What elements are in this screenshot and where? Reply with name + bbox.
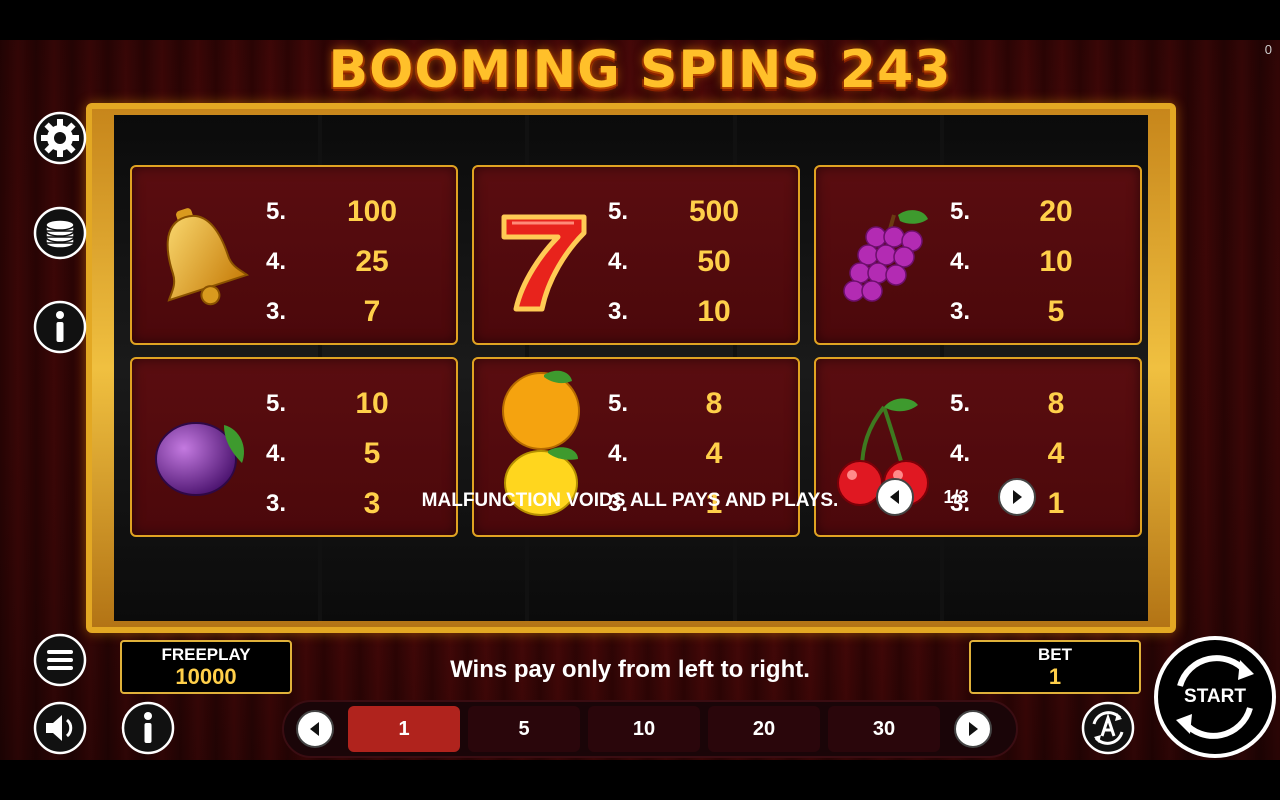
- pager-next-button[interactable]: [998, 478, 1036, 516]
- pay-row: 5. 20: [950, 187, 1130, 237]
- pay-value: 5: [363, 437, 381, 470]
- pay-count: 4.: [608, 248, 629, 275]
- pay-count: 5.: [266, 198, 287, 225]
- balance-display: FREEPLAY 10000: [120, 640, 292, 694]
- pay-value: 100: [346, 195, 398, 228]
- arrow-left-icon: [310, 722, 319, 736]
- arrow-right-icon: [969, 722, 978, 736]
- pay-value: 500: [688, 195, 740, 228]
- paytable-card-bell: 5. 100 4. 25 3. 7: [130, 165, 458, 345]
- pay-row: 5. 8: [608, 379, 788, 429]
- pay-row: 5. 100: [266, 187, 446, 237]
- pay-row: 4. 5: [266, 429, 446, 479]
- arrow-left-icon: [890, 490, 899, 504]
- plum-icon: [155, 422, 244, 496]
- speaker-icon: [33, 701, 87, 755]
- pay-row: 5. 500: [608, 187, 788, 237]
- pay-value: 8: [705, 387, 723, 420]
- pay-row: 3. 7: [266, 287, 446, 337]
- paytable-card-grapes: 5. 20 4. 10 3. 5: [814, 165, 1142, 345]
- pay-row: 5. 10: [266, 379, 446, 429]
- coins-button[interactable]: [32, 205, 88, 261]
- bet-decrease-button[interactable]: [296, 710, 334, 748]
- pay-value: 7: [363, 295, 381, 328]
- disclaimer-text: MALFUNCTION VOIDS ALL PAYS AND PLAYS.: [421, 490, 839, 511]
- paytable-pager: 1/3: [876, 478, 1036, 516]
- game-title: BOOMING SPINS 243: [328, 40, 952, 100]
- bet-option[interactable]: 20: [708, 706, 820, 752]
- info-icon: [121, 701, 175, 755]
- arrow-right-icon: [1013, 490, 1022, 504]
- bet-option[interactable]: 30: [828, 706, 940, 752]
- bet-option[interactable]: 5: [468, 706, 580, 752]
- gear-icon: [33, 111, 87, 165]
- autoplay-button[interactable]: [1080, 700, 1136, 756]
- pay-value: 8: [1047, 387, 1065, 420]
- balance-value: 10000: [175, 663, 237, 689]
- info-icon: [33, 300, 87, 354]
- pay-count: 4.: [266, 248, 287, 275]
- pay-row: 3. 10: [608, 287, 788, 337]
- pay-count: 4.: [950, 248, 971, 275]
- pay-value: 25: [355, 245, 389, 278]
- pay-rows: 5. 500 4. 50 3. 10: [608, 187, 788, 337]
- pay-row: 4. 25: [266, 237, 446, 287]
- pay-rows: 5. 20 4. 10 3. 5: [950, 187, 1130, 337]
- game-info-button[interactable]: [120, 700, 176, 756]
- pay-count: 5.: [608, 390, 629, 417]
- win-message: Wins pay only from left to right.: [450, 656, 810, 683]
- pay-count: 5.: [608, 198, 629, 225]
- pay-value: 10: [1039, 245, 1073, 278]
- pay-row: 4. 50: [608, 237, 788, 287]
- pay-row: 4. 10: [950, 237, 1130, 287]
- seven-icon: [501, 214, 587, 312]
- pay-value: 5: [1047, 295, 1065, 328]
- pay-row: 5. 8: [950, 379, 1130, 429]
- pay-row: 4. 4: [608, 429, 788, 479]
- bet-options: 1 5 10 20 30: [348, 706, 940, 752]
- pay-value: 10: [355, 387, 389, 420]
- pay-value: 10: [697, 295, 731, 328]
- pager-prev-button[interactable]: [876, 478, 914, 516]
- pay-count: 3.: [608, 298, 629, 325]
- pay-count: 3.: [950, 298, 971, 325]
- bet-option[interactable]: 10: [588, 706, 700, 752]
- paytable-card-seven: 5. 500 4. 50 3. 10: [472, 165, 800, 345]
- bet-display: BET 1: [969, 640, 1141, 694]
- bet-value: 1: [1048, 663, 1062, 689]
- pay-count: 5.: [950, 198, 971, 225]
- info-button[interactable]: [32, 299, 88, 355]
- bet-option[interactable]: 1: [348, 706, 460, 752]
- start-label: START: [1184, 686, 1246, 707]
- bet-label: BET: [1038, 644, 1072, 664]
- pay-row: 4. 4: [950, 429, 1130, 479]
- bet-selector: 1 5 10 20 30: [282, 700, 1018, 758]
- autoplay-icon: [1081, 701, 1135, 755]
- pay-value: 4: [705, 437, 723, 470]
- pay-count: 4.: [950, 440, 971, 467]
- coin-stack-icon: [33, 206, 87, 260]
- pay-value: 4: [1047, 437, 1065, 470]
- reel-frame: 5. 100 4. 25 3. 7 5. 500 4. 50 3. 10 5. …: [86, 103, 1176, 633]
- pay-count: 4.: [608, 440, 629, 467]
- grapes-icon: [843, 210, 928, 302]
- bell-icon: [166, 208, 250, 306]
- corner-counter: 0: [1264, 42, 1272, 57]
- pay-row: 3. 5: [950, 287, 1130, 337]
- pager-indicator: 1/3: [943, 486, 969, 507]
- pay-rows: 5. 100 4. 25 3. 7: [266, 187, 446, 337]
- pay-value: 20: [1039, 195, 1073, 228]
- sound-button[interactable]: [32, 700, 88, 756]
- pay-count: 4.: [266, 440, 287, 467]
- pay-value: 50: [697, 245, 731, 278]
- menu-button[interactable]: [32, 632, 88, 688]
- pay-count: 5.: [950, 390, 971, 417]
- start-button[interactable]: START: [1154, 636, 1276, 758]
- settings-button[interactable]: [32, 110, 88, 166]
- pay-count: 5.: [266, 390, 287, 417]
- balance-label: FREEPLAY: [161, 644, 251, 664]
- bet-increase-button[interactable]: [954, 710, 992, 748]
- pay-count: 3.: [266, 298, 287, 325]
- hamburger-menu-icon: [33, 633, 87, 687]
